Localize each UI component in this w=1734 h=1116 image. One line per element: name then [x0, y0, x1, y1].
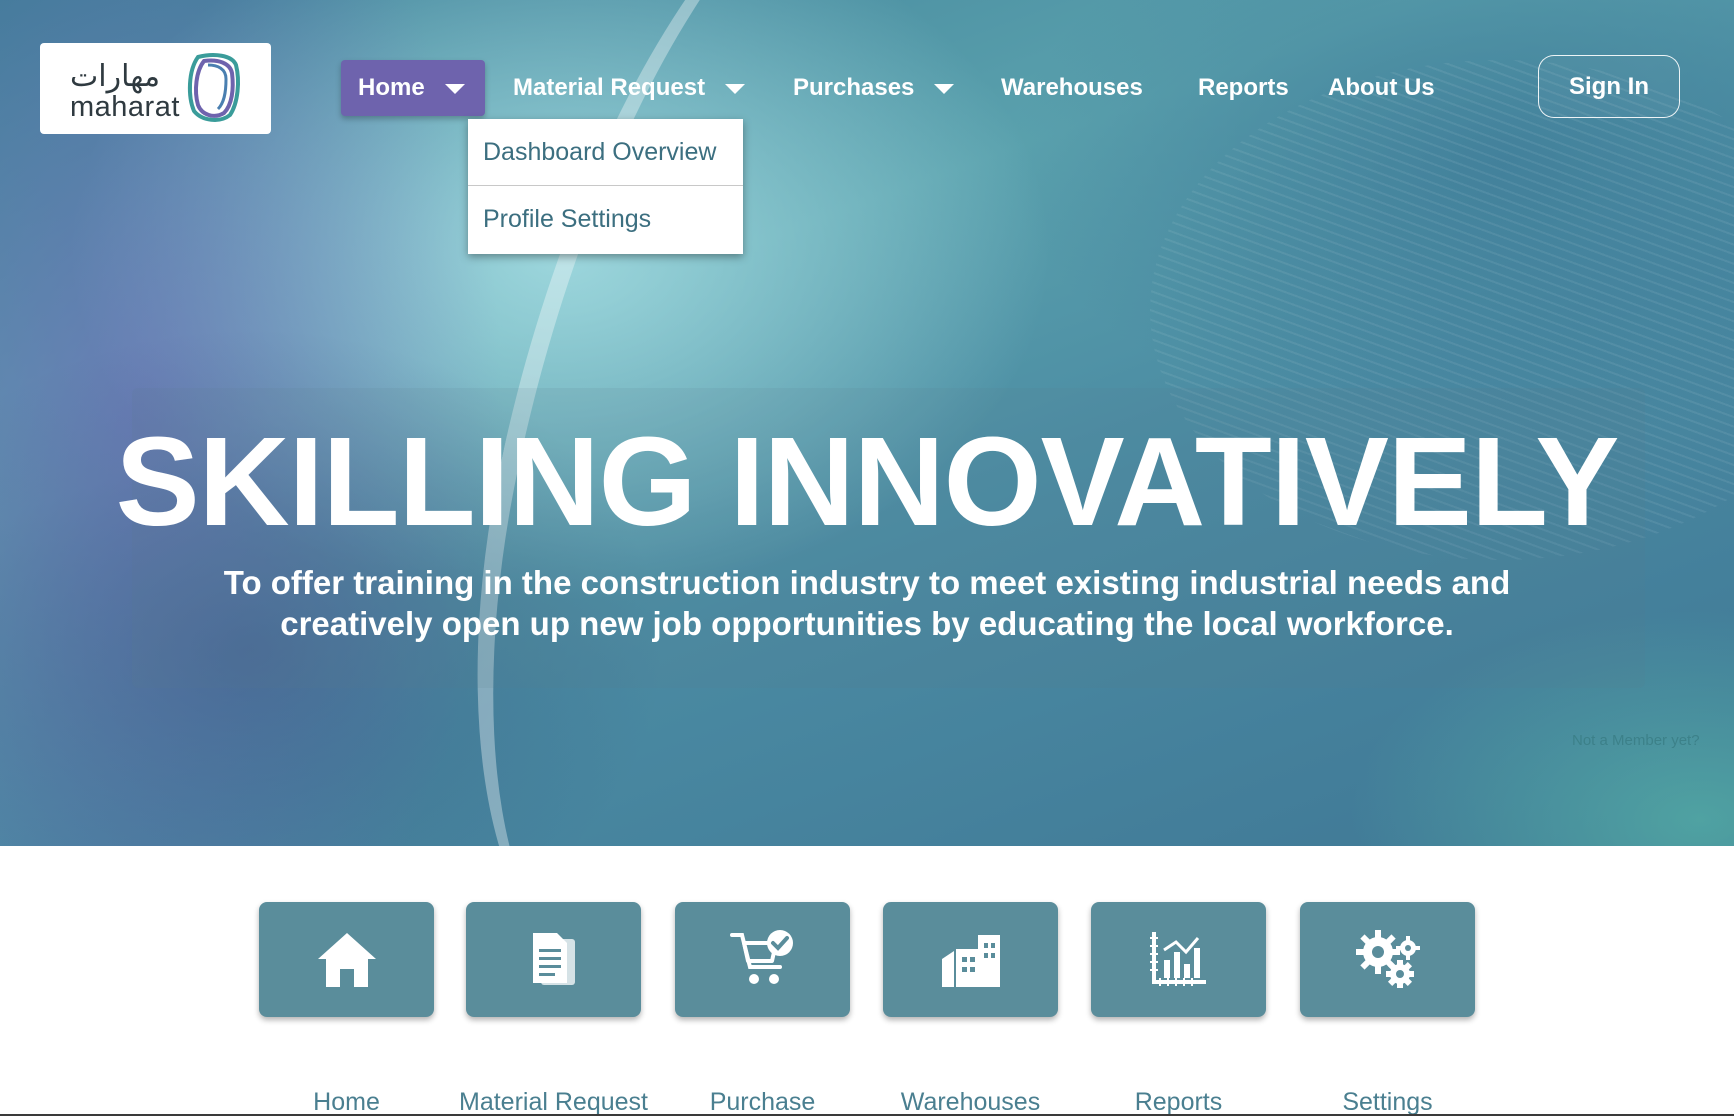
nav-reports[interactable]: Reports: [1198, 60, 1289, 116]
hero-subtitle-line-2: creatively open up new job opportunities…: [280, 605, 1454, 642]
hero-subtitle: To offer training in the construction in…: [200, 562, 1534, 644]
cart-check-icon: [729, 929, 793, 984]
logo-arabic-text: مهارات: [70, 59, 161, 94]
logo[interactable]: مهارات maharat: [40, 43, 271, 134]
tile-warehouses-box[interactable]: [883, 902, 1058, 1017]
tile-reports[interactable]: Reports: [1091, 902, 1266, 1116]
logo-mark-icon: [187, 53, 240, 122]
tile-purchase[interactable]: Purchase: [675, 902, 850, 1116]
top-navbar: مهارات maharat Home Material Request Pur…: [0, 0, 1734, 254]
home-dropdown-menu: Dashboard Overview Profile Settings: [468, 119, 743, 254]
hero-subtitle-line-1: To offer training in the construction in…: [223, 564, 1511, 601]
tile-home-box[interactable]: [259, 902, 434, 1017]
tile-purchase-box[interactable]: [675, 902, 850, 1017]
quick-access-tiles: Home Material Request Purchase Warehouse…: [0, 846, 1734, 1116]
dropdown-item-profile-settings[interactable]: Profile Settings: [468, 185, 743, 253]
tile-settings-box[interactable]: [1300, 902, 1475, 1017]
not-member-link[interactable]: Not a Member yet?: [1572, 732, 1700, 749]
chevron-down-icon: [934, 84, 955, 94]
sign-in-button[interactable]: Sign In: [1538, 55, 1680, 118]
tile-material-request[interactable]: Material Request: [459, 902, 648, 1116]
hero-title: SKILLING INNOVATIVELY: [115, 411, 1620, 552]
tile-material-request-box[interactable]: [466, 902, 641, 1017]
nav-about-us[interactable]: About Us: [1328, 60, 1435, 116]
nav-home[interactable]: Home: [341, 60, 485, 116]
nav-warehouses[interactable]: Warehouses: [1001, 60, 1143, 116]
nav-reports-label: Reports: [1198, 74, 1289, 101]
buildings-icon: [941, 934, 1000, 987]
tile-home[interactable]: Home: [259, 902, 434, 1116]
tile-warehouses[interactable]: Warehouses: [883, 902, 1058, 1116]
dropdown-item-dashboard-overview[interactable]: Dashboard Overview: [468, 119, 743, 185]
chevron-down-icon: [725, 84, 746, 94]
logo-english-text: maharat: [70, 91, 180, 123]
nav-material-request[interactable]: Material Request: [513, 60, 746, 116]
document-icon: [532, 932, 575, 985]
chevron-down-icon: [444, 84, 465, 94]
home-icon: [317, 932, 376, 987]
tile-reports-box[interactable]: [1091, 902, 1266, 1017]
gears-icon: [1355, 929, 1420, 988]
nav-warehouses-label: Warehouses: [1001, 74, 1143, 101]
nav-purchases-label: Purchases: [793, 74, 915, 101]
nav-home-label: Home: [358, 74, 425, 101]
tile-settings[interactable]: Settings: [1300, 902, 1475, 1116]
nav-material-request-label: Material Request: [513, 74, 706, 101]
nav-purchases[interactable]: Purchases: [793, 60, 955, 116]
chart-icon: [1149, 931, 1206, 986]
tile-settings-label: Settings: [1342, 1088, 1433, 1116]
nav-about-us-label: About Us: [1328, 74, 1435, 101]
